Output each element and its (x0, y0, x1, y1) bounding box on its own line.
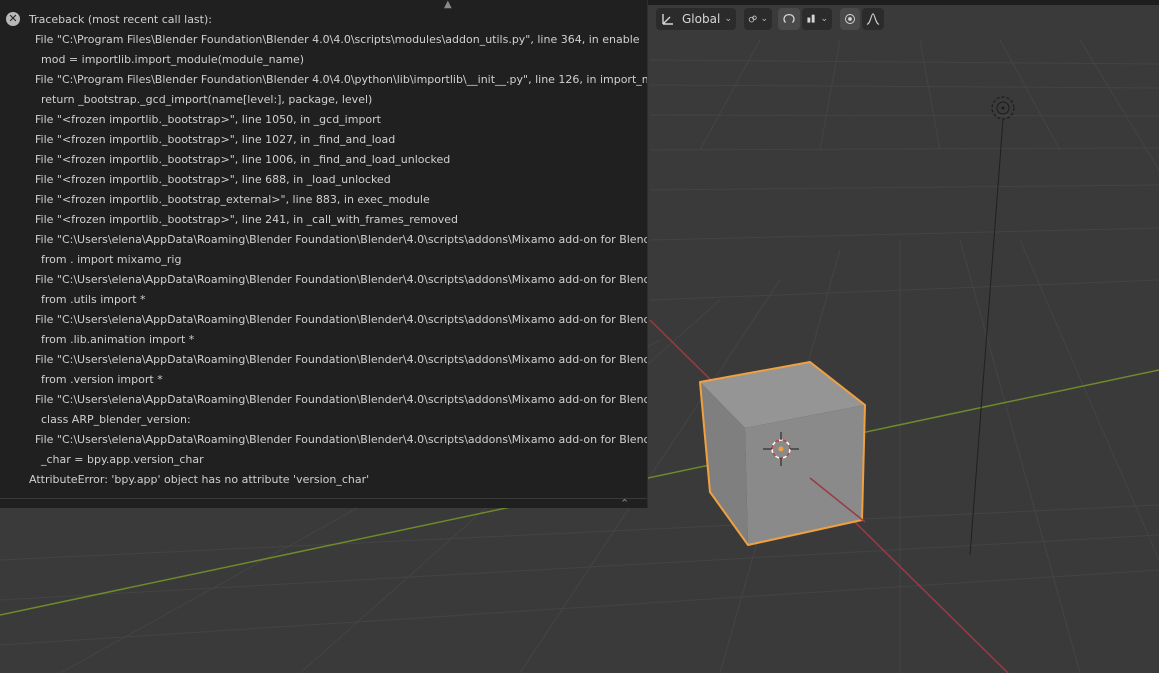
transform-orientation-dropdown[interactable]: Global ⌄ (656, 8, 736, 30)
error-report-popup[interactable]: ▲ ✕ Traceback (most recent call last): Fi… (0, 0, 648, 508)
traceback-line: File "C:\Users\elena\AppData\Roaming\Ble… (35, 233, 648, 246)
traceback-line: File "C:\Program Files\Blender Foundatio… (35, 33, 640, 46)
traceback-line: File "C:\Program Files\Blender Foundatio… (35, 73, 648, 86)
traceback-line: File "<frozen importlib._bootstrap>", li… (35, 133, 396, 146)
chevron-down-icon: ⌄ (760, 14, 768, 24)
traceback-line: mod = importlib.import_module(module_nam… (41, 53, 305, 66)
traceback-line: File "<frozen importlib._bootstrap>", li… (35, 153, 451, 166)
proportional-edit-icon (845, 14, 855, 24)
pivot-point-dropdown[interactable]: ⌄ (744, 8, 772, 30)
pivot-link-icon (748, 15, 757, 23)
traceback-line: File "<frozen importlib._bootstrap>", li… (35, 113, 381, 126)
traceback-line: from .lib.animation import * (41, 333, 195, 346)
traceback-line: from . import mixamo_rig (41, 253, 182, 266)
proportional-falloff-dropdown[interactable] (862, 8, 884, 30)
traceback-line: class ARP_blender_version: (41, 413, 191, 426)
traceback-line: File "<frozen importlib._bootstrap_exter… (35, 193, 430, 206)
header-strip (648, 0, 1159, 5)
traceback-line: File "C:\Users\elena\AppData\Roaming\Ble… (35, 433, 648, 446)
traceback-line: AttributeError: 'bpy.app' object has no … (29, 473, 370, 486)
traceback-line: from .version import * (41, 373, 163, 386)
popup-bottom-divider (0, 498, 647, 499)
snap-toggle[interactable] (778, 8, 800, 30)
traceback-line: File "C:\Users\elena\AppData\Roaming\Ble… (35, 273, 648, 286)
chevron-down-icon: ⌄ (724, 14, 732, 24)
traceback-line: from .utils import * (41, 293, 146, 306)
scroll-up-arrow-icon[interactable]: ▲ (444, 0, 452, 10)
proportional-edit-toggle[interactable] (840, 8, 860, 30)
traceback-line: _char = bpy.app.version_char (41, 453, 204, 466)
traceback-line: File "C:\Users\elena\AppData\Roaming\Ble… (35, 353, 648, 366)
selected-cube[interactable] (699, 361, 866, 546)
transform-orientation-label: Global (682, 12, 721, 26)
traceback-line: File "<frozen importlib._bootstrap>", li… (35, 213, 459, 226)
traceback-line: Traceback (most recent call last): (29, 13, 212, 26)
traceback-line: File "C:\Users\elena\AppData\Roaming\Ble… (35, 393, 648, 406)
viewport-header-toolbar: Global ⌄ ⌄ ⌄ (656, 7, 886, 31)
traceback-line: return _bootstrap._gcd_import(name[level… (41, 93, 373, 106)
traceback-line: File "C:\Users\elena\AppData\Roaming\Ble… (35, 313, 648, 326)
snap-target-dropdown[interactable]: ⌄ (802, 8, 832, 30)
scroll-down-arrow-icon[interactable]: ⌃ (620, 497, 629, 508)
transform-orientation-icon (662, 14, 673, 25)
traceback-line: File "<frozen importlib._bootstrap>", li… (35, 173, 391, 186)
traceback-list: Traceback (most recent call last): File "… (0, 10, 648, 490)
light-line (969, 119, 1004, 556)
snap-target-icon (807, 14, 815, 23)
falloff-curve-icon (866, 13, 880, 25)
snap-magnet-icon (783, 13, 795, 23)
chevron-down-icon: ⌄ (820, 14, 828, 24)
